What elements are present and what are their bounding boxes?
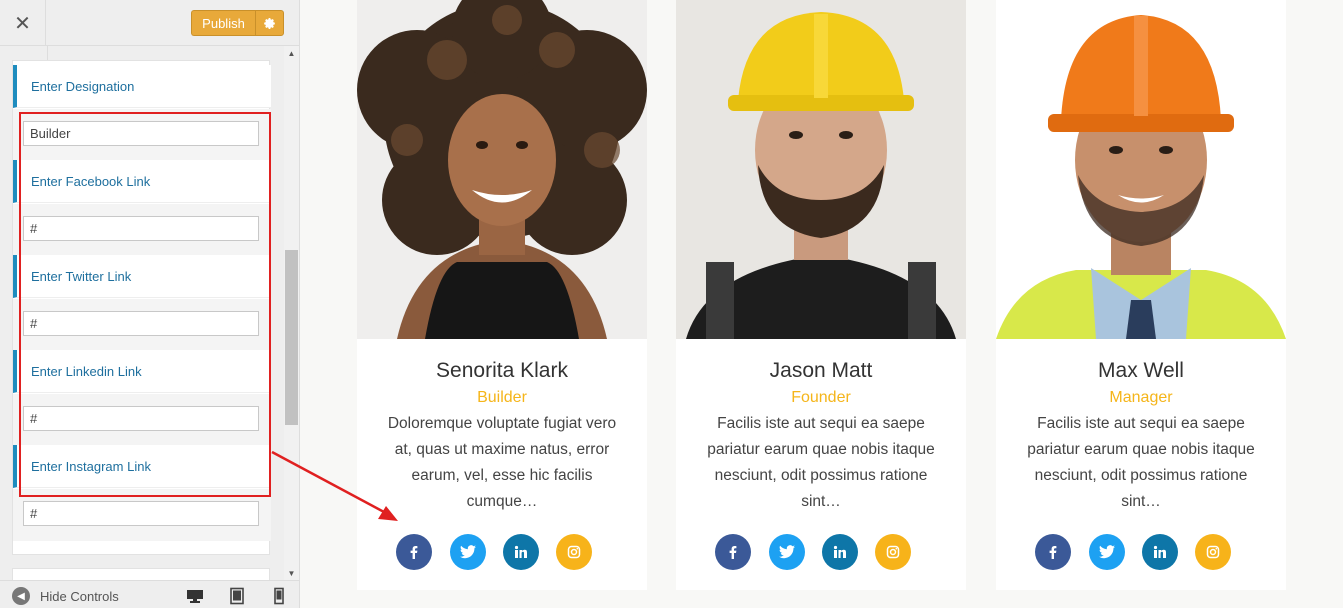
designation-input-row [13, 109, 271, 161]
linkedin-button[interactable] [1142, 534, 1178, 570]
facebook-link-label[interactable]: Enter Facebook Link [13, 160, 271, 203]
collapse-arrow-icon: ◀ [12, 587, 30, 605]
instagram-link-input[interactable] [23, 501, 259, 526]
team-card: Senorita Klark Builder Doloremque volupt… [357, 0, 647, 590]
next-field-group [12, 568, 270, 580]
sidebar-footer: ◀ Hide Controls [0, 580, 299, 608]
mobile-icon[interactable] [270, 587, 288, 605]
scroll-up-arrow-icon[interactable]: ▲ [284, 46, 299, 60]
facebook-icon [1049, 546, 1057, 559]
member-role: Builder [477, 389, 527, 406]
twitter-bird-icon [460, 545, 476, 559]
team-card: Max Well Manager Facilis iste aut sequi … [996, 0, 1286, 590]
facebook-link-input[interactable] [23, 216, 259, 241]
linkedin-button[interactable] [503, 534, 539, 570]
facebook-icon [410, 546, 418, 559]
member-role: Manager [1109, 389, 1173, 406]
twitter-link-input[interactable] [23, 311, 259, 336]
linkedin-icon [833, 545, 846, 558]
woman-curly-hair-photo [357, 0, 647, 339]
linkedin-link-label[interactable]: Enter Linkedin Link [13, 350, 271, 393]
member-role: Founder [791, 389, 851, 406]
gear-icon [264, 17, 275, 29]
site-preview: Senorita Klark Builder Doloremque volupt… [300, 0, 1343, 608]
social-links [396, 534, 608, 570]
twitter-bird-icon [1099, 545, 1115, 559]
social-links [715, 534, 927, 570]
facebook-button[interactable] [715, 534, 751, 570]
member-name: Max Well [1098, 359, 1184, 382]
sidebar-scrollbar[interactable]: ▲ ▼ [284, 46, 299, 580]
hide-controls-button[interactable]: ◀ Hide Controls [12, 587, 119, 605]
facebook-button[interactable] [1035, 534, 1071, 570]
twitter-bird-icon [779, 545, 795, 559]
close-button[interactable]: ✕ [0, 0, 46, 46]
member-description: Facilis iste aut sequi ea saepe pariatur… [1027, 415, 1255, 510]
instagram-button[interactable] [1195, 534, 1231, 570]
twitter-button[interactable] [450, 534, 486, 570]
publish-settings-button[interactable] [255, 10, 284, 36]
member-name: Jason Matt [769, 359, 873, 382]
scrollbar-thumb[interactable] [285, 250, 298, 425]
team-member-fields: Enter Designation Enter Facebook Link En… [12, 60, 271, 555]
linkedin-icon [1153, 545, 1166, 558]
publish-button[interactable]: Publish [191, 10, 255, 36]
instagram-icon [1206, 545, 1220, 559]
close-icon: ✕ [14, 12, 31, 35]
social-links [1035, 534, 1247, 570]
linkedin-link-input[interactable] [23, 406, 259, 431]
divider [47, 46, 48, 60]
tablet-icon[interactable] [228, 587, 246, 605]
instagram-button[interactable] [875, 534, 911, 570]
team-card: Jason Matt Founder Facilis iste aut sequ… [676, 0, 966, 590]
sidebar-controls: Enter Designation Enter Facebook Link En… [0, 46, 284, 580]
twitter-input-row [13, 299, 271, 351]
sidebar-header: ✕ Publish [0, 0, 299, 46]
instagram-link-label[interactable]: Enter Instagram Link [13, 445, 271, 488]
designation-input[interactable] [23, 121, 259, 146]
facebook-button[interactable] [396, 534, 432, 570]
instagram-button[interactable] [556, 534, 592, 570]
linkedin-icon [514, 545, 527, 558]
facebook-icon [729, 546, 737, 559]
instagram-icon [886, 545, 900, 559]
linkedin-button[interactable] [822, 534, 858, 570]
man-orange-helmet-photo [996, 0, 1286, 339]
man-yellow-helmet-photo [676, 0, 966, 339]
twitter-button[interactable] [1089, 534, 1125, 570]
member-description: Facilis iste aut sequi ea saepe pariatur… [707, 415, 935, 510]
twitter-link-label[interactable]: Enter Twitter Link [13, 255, 271, 298]
instagram-icon [567, 545, 581, 559]
scroll-down-arrow-icon[interactable]: ▼ [284, 566, 299, 580]
facebook-input-row [13, 204, 271, 256]
desktop-icon[interactable] [186, 587, 204, 605]
member-description: Doloremque voluptate fugiat vero at, qua… [387, 415, 617, 510]
linkedin-input-row [13, 394, 271, 446]
customizer-sidebar: ✕ Publish Enter Designation Enter Facebo… [0, 0, 300, 608]
designation-label[interactable]: Enter Designation [13, 65, 271, 108]
twitter-button[interactable] [769, 534, 805, 570]
member-name: Senorita Klark [436, 359, 568, 382]
instagram-input-row [13, 489, 271, 541]
